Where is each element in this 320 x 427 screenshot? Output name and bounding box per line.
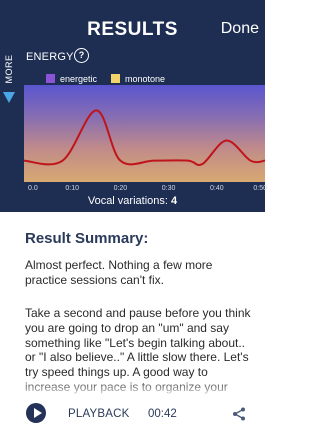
legend-label-energetic: energetic bbox=[60, 73, 98, 84]
x-axis-ticks: 0.0 0:10 0:20 0:30 0:40 0:50 bbox=[24, 185, 267, 195]
energy-chart bbox=[24, 85, 265, 182]
legend-swatch-monotone bbox=[111, 74, 121, 84]
text-fade bbox=[0, 380, 265, 398]
energy-label: ENERGY bbox=[26, 51, 74, 63]
x-tick-label: 0:10 bbox=[65, 185, 79, 192]
more-tab[interactable]: MORE bbox=[1, 50, 17, 92]
playback-time: 00:42 bbox=[148, 408, 177, 420]
x-tick-label: 0.0 bbox=[28, 185, 38, 192]
done-button[interactable]: Done bbox=[221, 20, 259, 38]
x-tick-label: 0:30 bbox=[161, 185, 176, 192]
energy-series-line bbox=[24, 109, 265, 166]
chevron-down-icon[interactable] bbox=[3, 92, 15, 103]
vocal-variations-label: Vocal variations: bbox=[87, 195, 168, 207]
help-circle-icon[interactable]: ? bbox=[74, 48, 89, 63]
play-icon[interactable] bbox=[26, 403, 46, 423]
energy-chart-svg bbox=[24, 109, 265, 166]
results-header: RESULTS Done MORE ENERGY ? energetic mono… bbox=[0, 0, 267, 212]
summary-intro: Almost perfect. Nothing a few more pract… bbox=[25, 258, 213, 287]
player-bar: PLAYBACK 00:42 bbox=[0, 398, 265, 427]
chart-legend: energetic monotone bbox=[46, 70, 179, 84]
x-tick-label: 0:50 bbox=[253, 185, 267, 192]
vocal-variations-value: 4 bbox=[171, 195, 178, 207]
x-tick-label: 0:40 bbox=[209, 185, 224, 192]
vocal-variations: Vocal variations: 4 bbox=[0, 195, 265, 207]
playback-button[interactable]: PLAYBACK bbox=[68, 408, 129, 420]
x-tick-label: 0:20 bbox=[113, 185, 128, 192]
share-icon[interactable] bbox=[232, 407, 246, 421]
legend-label-monotone: monotone bbox=[125, 73, 166, 84]
legend-swatch-energetic bbox=[46, 74, 55, 84]
more-tab-label: MORE bbox=[4, 54, 14, 84]
summary-title: Result Summary: bbox=[25, 230, 149, 247]
